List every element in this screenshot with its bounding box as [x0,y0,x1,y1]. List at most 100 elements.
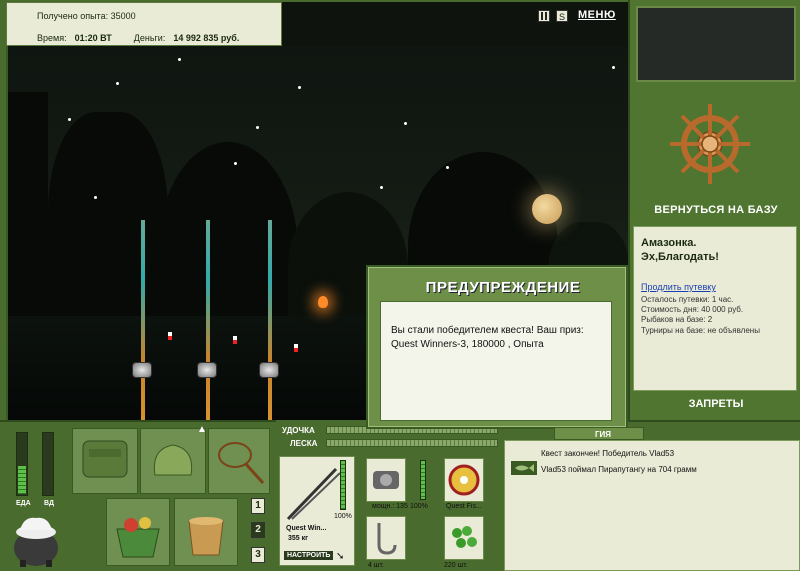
log-entry: Квест закончен! Победитель Vlad53 [541,449,675,458]
line-card[interactable] [444,458,484,502]
time-value: 01:20 ВТ [74,33,112,43]
rod-name: Quest Win... [286,525,327,532]
tackle-box-slot[interactable] [72,428,138,494]
reel-1[interactable] [132,362,152,378]
rod-weight: 355 кг [288,535,309,542]
info-line: Стоимость дня: 40 000 руб. [641,305,744,314]
food-label: ЕДА [16,500,31,507]
rod-label: УДОЧКА [282,426,315,435]
energy-bar [42,432,54,496]
float-1[interactable] [168,332,172,340]
location-subtitle: Эх,Благодать! [641,251,719,263]
hook-count: 4 шт. [368,562,384,569]
food-bar [16,432,28,496]
line-name: Quest Fis... [446,503,482,510]
log-tab[interactable]: ГИЯ [554,427,644,440]
rod-percent: 100% [334,513,352,520]
xp-row: Получено опыта: 35000 [37,11,136,21]
rod-icon [286,467,340,521]
moon [532,194,562,224]
reel-card[interactable] [366,458,406,502]
float-2[interactable] [233,336,237,344]
dialog-message: Вы стали победителем квеста! Ваш приз: Q… [380,301,612,421]
top-bar [282,2,628,46]
star [446,166,449,169]
info-line: Осталось путевки: 1 час. [641,295,734,304]
peas-bait-icon [452,526,477,548]
event-log: Квест закончен! Победитель Vlad53 Vlad53… [504,440,800,571]
arrow-icon: ➘ [336,551,345,562]
extend-trip-link[interactable]: Продлить путевку [641,282,716,292]
star [298,86,301,89]
line-spool-icon [448,464,480,496]
fish-icon [511,461,537,475]
log-entry: Vlad53 поймал Пирапутангу на 704 грамм [541,465,697,474]
star [116,82,119,85]
bucket-icon [188,517,224,556]
pot-icon[interactable] [10,510,62,568]
bait-count: 220 шт. [444,562,468,569]
pause-icon[interactable] [538,10,550,22]
xp-value: 35000 [110,11,136,21]
xp-label: Получено опыта: [37,11,109,21]
svg-text:S: S [559,12,565,21]
star [380,186,383,189]
food-bar-fill [18,466,26,494]
star [612,66,615,69]
bait-card[interactable] [444,516,484,560]
bucket-slot[interactable] [174,498,238,566]
cursor-icon: ▲ [197,424,207,435]
page-2-button[interactable]: 2 [251,522,265,538]
campfire [318,296,328,308]
menu-button[interactable]: МЕНЮ [578,9,616,21]
line-tension-bar [326,439,498,447]
basket-icon [116,517,160,558]
float-3[interactable] [294,344,298,352]
landing-net-icon [218,442,265,485]
fishing-rod-2[interactable] [206,220,210,420]
star [68,118,71,121]
fishing-rod-3[interactable] [268,220,272,420]
food-basket-slot[interactable] [106,498,170,566]
star [178,58,181,61]
location-info: Амазонка. Эх,Благодать! Продлить путевку… [633,226,797,391]
energy-label: ВД [44,500,54,507]
hook-card[interactable] [366,516,406,560]
reel-2[interactable] [197,362,217,378]
page-1-button[interactable]: 1 [251,498,265,514]
time-money-row: Время: 01:20 ВТ Деньги: 14 992 835 руб. [37,33,239,43]
page-3-button[interactable]: 3 [251,547,265,563]
hook-icon [377,523,397,555]
star [256,126,259,129]
reel-power: мощн.: 135 [372,503,408,510]
return-to-base-button[interactable]: ВЕРНУТЬСЯ НА БАЗУ [636,204,796,216]
player-info-panel: Получено опыта: 35000 Время: 01:20 ВТ Де… [6,2,282,46]
reel-icon [373,471,399,489]
tackle-box-icon [82,440,128,478]
star [404,122,407,125]
setup-button[interactable]: НАСТРОИТЬ [284,551,334,560]
money-value: 14 992 835 руб. [173,33,240,43]
minimap [636,6,796,82]
dialog-title: ПРЕДУПРЕЖДЕНИЕ [425,279,581,296]
time-label: Время: [37,33,67,43]
bag-icon [153,444,193,476]
bans-button[interactable]: ЗАПРЕТЫ [636,398,796,410]
info-line: Рыбаков на базе: 2 [641,315,713,324]
ship-wheel-icon[interactable] [668,98,752,194]
net-slot[interactable] [208,428,270,494]
star [94,196,97,199]
location-name: Амазонка. [641,237,697,249]
bag-slot[interactable] [140,428,206,494]
rod-wear-bar [340,460,346,510]
sound-icon[interactable]: S [556,10,568,22]
reel-3[interactable] [259,362,279,378]
fishing-rod-1[interactable] [141,220,145,420]
info-line: Турниры на базе: не объявлены [641,326,760,335]
line-label: ЛЕСКА [290,439,318,448]
warning-dialog: ПРЕДУПРЕЖДЕНИЕ Вы стали победителем квес… [366,265,628,429]
star [234,162,237,165]
reel-wear-bar [420,460,426,500]
reel-percent: 100% [410,503,428,510]
money-label: Деньги: [133,33,166,43]
